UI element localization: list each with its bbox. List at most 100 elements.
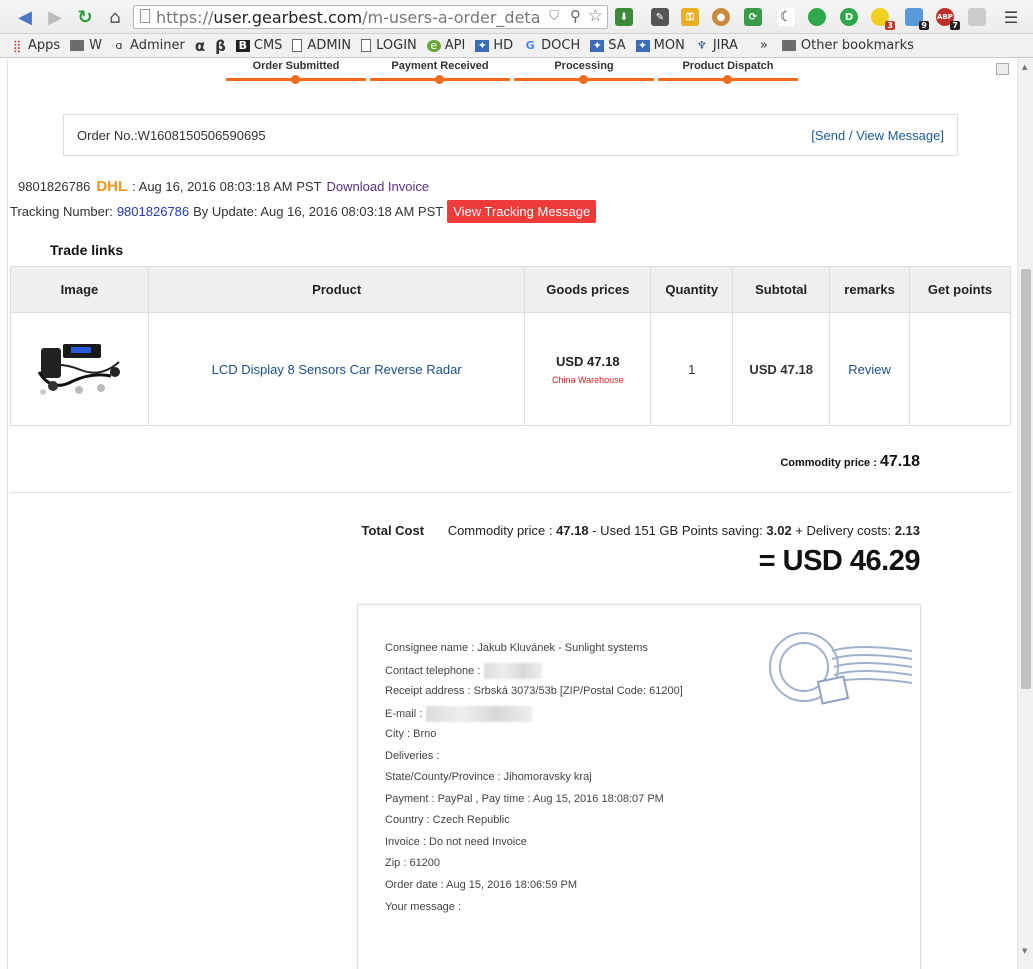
bookmark-label: Apps <box>28 38 61 53</box>
shield-icon[interactable]: ⛉ <box>549 9 559 24</box>
points-saving-value: 3.02 <box>766 523 792 538</box>
leaf-icon[interactable] <box>808 8 826 26</box>
points-saving-label: - Used 151 GB Points saving: <box>592 523 763 538</box>
folder-icon <box>70 40 85 51</box>
step-label: Processing <box>554 60 614 72</box>
bookmark-w[interactable]: W <box>70 38 102 53</box>
bookmark-mon[interactable]: ✦ MON <box>635 38 685 53</box>
download-invoice-link[interactable]: Download Invoice <box>327 179 430 194</box>
points-cell <box>909 312 1011 426</box>
product-name-link[interactable]: LCD Display 8 Sensors Car Reverse Radar <box>212 362 462 377</box>
scroll-down-icon[interactable]: ▼ <box>1022 947 1027 955</box>
bookmark-other[interactable]: Other bookmarks <box>781 38 914 53</box>
adblock-icon[interactable]: ABP 7 <box>936 8 960 30</box>
bookmark-label: HD <box>493 38 514 53</box>
product-image[interactable] <box>31 332 127 404</box>
menu-icon[interactable]: ☰ <box>1000 6 1022 28</box>
shipping-address-box: Consignee name : Jakub Kluvánek - Sunlig… <box>357 604 921 969</box>
badge-count: 7 <box>950 21 960 30</box>
commodity-price-label: Commodity price : <box>780 457 877 469</box>
refresh-ext-icon[interactable]: ⟳ <box>744 8 762 26</box>
moon-icon[interactable]: ☾ <box>777 8 795 26</box>
commodity-price-value: 47.18 <box>879 453 920 470</box>
zoom-icon[interactable]: ⚲ <box>570 7 581 25</box>
goods-price: USD 47.18 <box>556 353 620 369</box>
page-scrollbar[interactable]: ▲ ▼ <box>1017 59 1033 969</box>
forward-arrow-icon[interactable]: ▶ <box>44 6 66 28</box>
scroll-up-icon[interactable]: ▲ <box>1022 63 1027 71</box>
column-header: Subtotal <box>732 266 831 313</box>
jira-icon: ♆ <box>696 39 707 52</box>
key-icon[interactable]: ⚿ <box>681 8 699 26</box>
bookmark-label: β <box>215 36 226 55</box>
total-commodity-label: Commodity price : <box>447 523 553 538</box>
jira-icon: ✦ <box>590 39 605 52</box>
tracking-update-text: By Update: Aug 16, 2016 08:03:18 AM PST <box>193 204 444 219</box>
bookmark-adminer[interactable]: ɑ Adminer <box>112 38 185 53</box>
bookmark-label: MON <box>653 38 685 53</box>
eyedropper-icon[interactable]: ✎ <box>651 8 669 26</box>
b-icon: B <box>235 39 250 52</box>
bookmark-apps[interactable]: ⣿ Apps <box>10 38 61 53</box>
trade-links-title: Trade links <box>50 242 124 258</box>
apps-grid-icon: ⣿ <box>12 38 22 53</box>
tracking-label: Tracking Number: <box>10 204 113 219</box>
total-cost-title: Total Cost <box>361 523 425 538</box>
bookmark-jira[interactable]: ♆ JIRA <box>695 38 738 53</box>
bookmark-hd[interactable]: ✦ HD <box>475 38 513 53</box>
send-view-message-link[interactable]: [Send / View Message] <box>811 128 944 143</box>
lightbulb-icon[interactable]: 3 <box>871 8 895 30</box>
reload-icon[interactable]: ↻ <box>74 6 96 28</box>
chevron-double-right-icon: » <box>759 38 768 53</box>
address-bar[interactable]: https://user.gearbest.com/m-users-a-orde… <box>133 5 608 29</box>
warehouse-label: China Warehouse <box>551 374 624 385</box>
shipment-number: 9801826786 <box>18 179 91 194</box>
redacted-value <box>484 663 543 679</box>
bookmark-label: ADMIN <box>307 38 352 53</box>
google-icon: G <box>525 39 535 52</box>
step-dot <box>435 75 444 84</box>
tracking-number-link[interactable]: 9801826786 <box>117 204 189 219</box>
step-payment-received: Payment Received <box>370 59 510 84</box>
scrollbar-thumb[interactable] <box>1021 269 1031 689</box>
product-image-cell <box>10 312 149 426</box>
bookmark-doch[interactable]: G DOCH <box>523 38 581 53</box>
quantity-cell: 1 <box>650 312 734 426</box>
bookmark-cms[interactable]: B CMS <box>235 38 282 53</box>
bookmark-alpha[interactable]: α <box>195 37 205 55</box>
bookmark-login[interactable]: LOGIN <box>361 38 417 53</box>
back-arrow-icon[interactable]: ◀ <box>14 6 36 28</box>
table-header-row: Image Product Goods prices Quantity Subt… <box>10 266 1011 313</box>
extension-green-icon[interactable]: ⬇ <box>615 8 633 26</box>
product-name-cell: LCD Display 8 Sensors Car Reverse Radar <box>147 312 526 426</box>
bookmark-label: Adminer <box>130 38 185 53</box>
jira-icon: ✦ <box>475 39 490 52</box>
commodity-price: Commodity price : 47.18 <box>780 453 920 471</box>
star-icon[interactable]: ☆ <box>588 6 603 26</box>
badge-count: 3 <box>885 21 895 30</box>
bookmark-label: α <box>194 36 206 55</box>
puzzle-icon[interactable] <box>968 8 986 26</box>
page-icon <box>292 39 303 52</box>
view-tracking-message-button[interactable]: View Tracking Message <box>447 200 597 223</box>
bookmark-api[interactable]: e API <box>426 38 465 53</box>
left-sidebar-edge <box>0 59 8 969</box>
bookmarks-bar: ⣿ Apps W ɑ Adminer α β B CMS ADMIN LOGIN eA… <box>0 34 1033 58</box>
step-label: Payment Received <box>391 60 489 72</box>
d-ext-icon[interactable]: D <box>840 8 858 26</box>
bookmark-sa[interactable]: ✦ SA <box>590 38 626 53</box>
review-link[interactable]: Review <box>848 362 891 377</box>
bookmark-label: LOGIN <box>376 38 417 53</box>
country: Country : Czech Republic <box>385 814 510 826</box>
home-icon[interactable]: ⌂ <box>104 6 126 28</box>
cookie-icon[interactable]: ● <box>712 8 730 26</box>
jira-icon: ✦ <box>635 39 650 52</box>
page-icon <box>361 39 372 52</box>
bookmark-beta[interactable]: β <box>215 37 226 55</box>
bookmarks-more-button[interactable]: » <box>760 38 768 53</box>
order-number: Order No.:W1608150506590695 <box>77 127 266 143</box>
bookmark-admin[interactable]: ADMIN <box>292 38 351 53</box>
tracking-line: Tracking Number: 9801826786 By Update: A… <box>10 200 597 223</box>
ghost-icon[interactable]: 9 <box>905 8 929 30</box>
order-items-table: Image Product Goods prices Quantity Subt… <box>10 266 1011 426</box>
